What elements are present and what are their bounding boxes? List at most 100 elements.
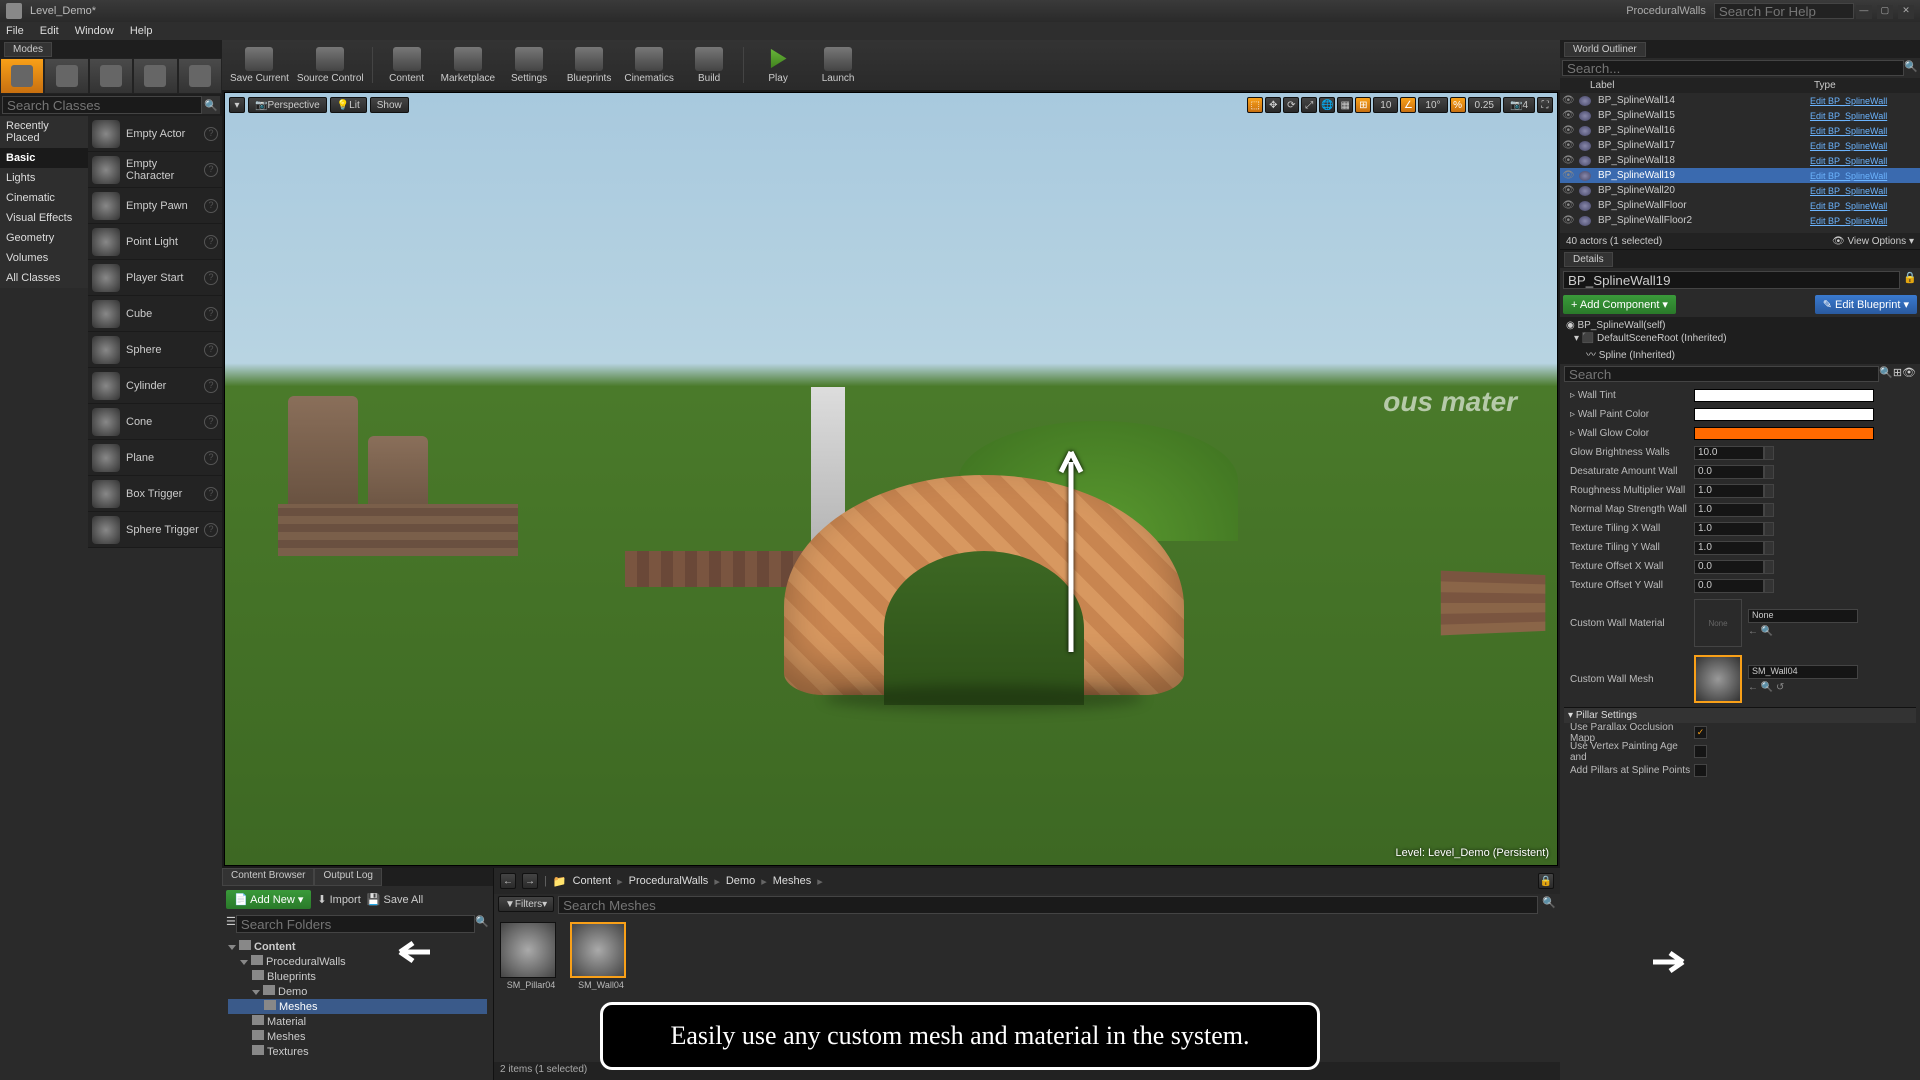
blueprints-button[interactable]: Blueprints: [563, 47, 615, 84]
lock-path-button[interactable]: 🔒: [1538, 873, 1554, 889]
import-button[interactable]: ⬇ Import: [317, 893, 360, 906]
maximize-button[interactable]: ▢: [1877, 5, 1893, 19]
play-button[interactable]: Play: [752, 47, 804, 84]
foliage-mode-button[interactable]: [133, 58, 177, 94]
visibility-icon[interactable]: 👁: [1562, 125, 1576, 136]
rotate-mode-button[interactable]: ⟳: [1283, 97, 1299, 113]
vertex-paint-checkbox[interactable]: [1694, 745, 1707, 758]
viewport[interactable]: ▾ 📷 Perspective 💡 Lit Show ⬚ ✥ ⟳ ⤢ 🌐 ▦ ⊞…: [224, 92, 1558, 866]
category-item[interactable]: All Classes: [0, 268, 88, 288]
world-outliner-tab[interactable]: World Outliner: [1564, 42, 1646, 57]
search-assets-input[interactable]: [558, 896, 1538, 914]
help-icon[interactable]: ?: [204, 379, 218, 393]
visibility-icon[interactable]: 👁: [1562, 110, 1576, 121]
roughness-input[interactable]: [1694, 484, 1764, 498]
actor-item[interactable]: Box Trigger?: [88, 476, 222, 512]
cinematics-button[interactable]: Cinematics: [623, 47, 675, 84]
help-icon[interactable]: ?: [204, 199, 218, 213]
actor-item[interactable]: Empty Character?: [88, 152, 222, 188]
scale-snap-value[interactable]: 0.25: [1468, 97, 1501, 113]
normal-input[interactable]: [1694, 503, 1764, 517]
place-mode-button[interactable]: [0, 58, 44, 94]
category-item[interactable]: Visual Effects: [0, 208, 88, 228]
mesh-thumbnail[interactable]: [1694, 655, 1742, 703]
edit-blueprint-link[interactable]: Edit BP_SplineWall: [1810, 126, 1918, 136]
category-item[interactable]: Geometry: [0, 228, 88, 248]
edit-blueprint-button[interactable]: ✎ Edit Blueprint ▾: [1815, 295, 1917, 314]
glow-brightness-input[interactable]: [1694, 446, 1764, 460]
toggle-sources-button[interactable]: ☰: [226, 915, 236, 933]
grid-snap-button[interactable]: ⊞: [1355, 97, 1371, 113]
history-fwd-button[interactable]: →: [522, 873, 538, 889]
actor-item[interactable]: Empty Pawn?: [88, 188, 222, 224]
visibility-icon[interactable]: 👁: [1562, 185, 1576, 196]
category-item[interactable]: Cinematic: [0, 188, 88, 208]
tiling-y-input[interactable]: [1694, 541, 1764, 555]
coord-button[interactable]: 🌐: [1319, 97, 1335, 113]
surface-snap-button[interactable]: ▦: [1337, 97, 1353, 113]
asset-item[interactable]: SM_Pillar04: [500, 922, 562, 1056]
category-item[interactable]: Basic: [0, 148, 88, 168]
outliner-row[interactable]: 👁BP_SplineWallFloor2Edit BP_SplineWall: [1560, 213, 1920, 228]
geometry-mode-button[interactable]: [178, 58, 222, 94]
parallax-checkbox[interactable]: ✓: [1694, 726, 1707, 739]
translate-mode-button[interactable]: ✥: [1265, 97, 1281, 113]
offset-x-input[interactable]: [1694, 560, 1764, 574]
mesh-selector[interactable]: SM_Wall04: [1748, 665, 1858, 679]
matrix-icon[interactable]: ⊞: [1893, 366, 1902, 382]
menu-help[interactable]: Help: [130, 25, 153, 37]
wall-glow-color[interactable]: [1694, 427, 1874, 440]
outliner-row[interactable]: 👁BP_SplineWall20Edit BP_SplineWall: [1560, 183, 1920, 198]
category-item[interactable]: Recently Placed: [0, 116, 88, 148]
breadcrumb[interactable]: Meshes: [773, 875, 812, 887]
menu-file[interactable]: File: [6, 25, 24, 37]
column-type[interactable]: Type: [1810, 78, 1920, 93]
actor-item[interactable]: Sphere Trigger?: [88, 512, 222, 548]
search-icon[interactable]: 🔍: [202, 96, 220, 114]
actor-item[interactable]: Cylinder?: [88, 368, 222, 404]
help-icon[interactable]: ?: [204, 163, 218, 177]
lock-icon[interactable]: 🔒: [1903, 271, 1917, 289]
tiling-x-input[interactable]: [1694, 522, 1764, 536]
help-icon[interactable]: ?: [204, 235, 218, 249]
actor-item[interactable]: Empty Actor?: [88, 116, 222, 152]
folder-tree[interactable]: Content ProceduralWalls Blueprints Demo …: [222, 935, 493, 1080]
help-icon[interactable]: ?: [204, 271, 218, 285]
details-tab[interactable]: Details: [1564, 252, 1613, 267]
search-classes-input[interactable]: [2, 96, 202, 114]
outliner-row[interactable]: 👁BP_SplineWallFloorEdit BP_SplineWall: [1560, 198, 1920, 213]
help-icon[interactable]: ?: [204, 487, 218, 501]
column-label[interactable]: Label: [1586, 78, 1810, 93]
outliner-row[interactable]: 👁BP_SplineWall15Edit BP_SplineWall: [1560, 108, 1920, 123]
add-new-button[interactable]: 📄 Add New ▾: [226, 890, 311, 909]
help-icon[interactable]: ?: [204, 127, 218, 141]
help-icon[interactable]: ?: [204, 307, 218, 321]
paint-mode-button[interactable]: [44, 58, 88, 94]
maximize-viewport-button[interactable]: ⛶: [1537, 97, 1553, 113]
component-tree[interactable]: ◉ BP_SplineWall(self) ▾ ⬛ DefaultSceneRo…: [1560, 317, 1920, 364]
visibility-icon[interactable]: 👁: [1562, 95, 1576, 106]
view-options-button[interactable]: 👁 View Options ▾: [1832, 236, 1914, 247]
material-thumbnail[interactable]: None: [1694, 599, 1742, 647]
marketplace-button[interactable]: Marketplace: [441, 47, 495, 84]
angle-snap-button[interactable]: ∠: [1400, 97, 1416, 113]
help-icon[interactable]: ?: [204, 451, 218, 465]
viewport-options-button[interactable]: ▾: [229, 97, 245, 113]
minimize-button[interactable]: —: [1856, 5, 1872, 19]
outliner-search-input[interactable]: [1562, 60, 1904, 76]
lit-button[interactable]: 💡 Lit: [330, 97, 367, 113]
history-back-button[interactable]: ←: [500, 873, 516, 889]
outliner-row[interactable]: 👁BP_SplineWall17Edit BP_SplineWall: [1560, 138, 1920, 153]
select-mode-button[interactable]: ⬚: [1247, 97, 1263, 113]
material-selector[interactable]: None: [1748, 609, 1858, 623]
actor-item[interactable]: Player Start?: [88, 260, 222, 296]
breadcrumb[interactable]: Demo: [726, 875, 755, 887]
search-folders-input[interactable]: [236, 915, 475, 933]
scale-mode-button[interactable]: ⤢: [1301, 97, 1317, 113]
outliner-row[interactable]: 👁BP_SplineWall18Edit BP_SplineWall: [1560, 153, 1920, 168]
actor-item[interactable]: Cone?: [88, 404, 222, 440]
close-button[interactable]: ✕: [1898, 5, 1914, 19]
category-item[interactable]: Lights: [0, 168, 88, 188]
visibility-icon[interactable]: 👁: [1562, 170, 1576, 181]
filters-button[interactable]: ▼ Filters ▾: [498, 896, 554, 912]
